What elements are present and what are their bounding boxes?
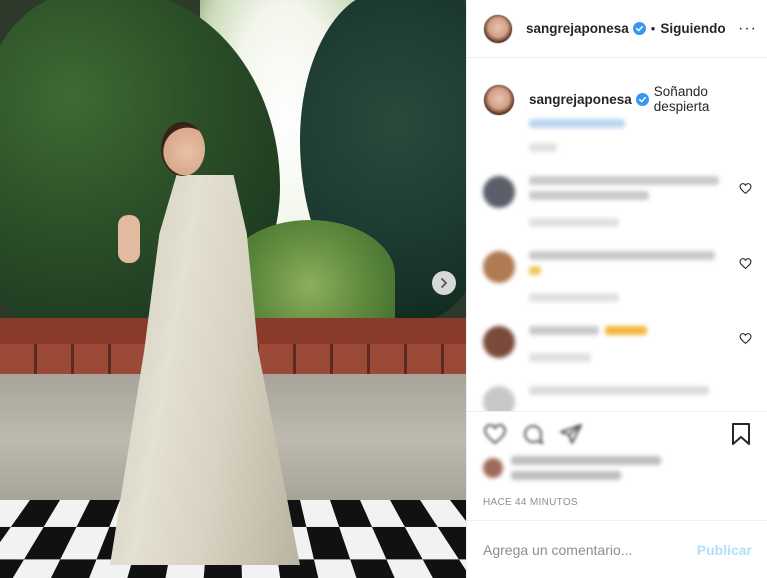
photo-person-head	[161, 122, 205, 176]
header-separator: •	[650, 21, 656, 36]
share-icon[interactable]	[559, 422, 583, 446]
heart-icon[interactable]	[739, 257, 752, 270]
comments-list[interactable]: sangrejaponesa Soñando despierta	[467, 59, 767, 411]
liker-avatar[interactable]	[483, 458, 503, 478]
heart-icon[interactable]	[739, 332, 752, 345]
caption-meta-blurred	[529, 143, 557, 152]
post-photo[interactable]	[0, 0, 466, 578]
caption-avatar[interactable]	[483, 84, 515, 116]
like-icon[interactable]	[483, 422, 507, 446]
heart-icon[interactable]	[739, 182, 752, 195]
list-item	[483, 251, 752, 302]
caption-username[interactable]: sangrejaponesa	[529, 92, 632, 107]
post-actions-bar	[467, 411, 767, 456]
post-caption: sangrejaponesa Soñando despierta	[483, 84, 752, 152]
comment-meta-blurred	[529, 293, 619, 302]
header-username[interactable]: sangrejaponesa	[526, 21, 629, 36]
post-header: sangrejaponesa • Siguiendo ···	[467, 0, 767, 58]
post-side-panel: sangrejaponesa • Siguiendo ··· sangrejap…	[466, 0, 767, 578]
comment-input[interactable]	[483, 541, 697, 558]
list-item	[483, 326, 752, 362]
publish-button[interactable]: Publicar	[697, 542, 752, 558]
more-options-icon[interactable]: ···	[738, 20, 757, 38]
next-photo-button[interactable]	[432, 271, 456, 295]
add-comment-bar: Publicar	[467, 520, 767, 578]
list-item	[483, 176, 752, 227]
list-item	[483, 386, 752, 411]
comment-meta-blurred	[529, 218, 619, 227]
photo-person-arm	[118, 215, 140, 263]
caption-text: Soñando despierta	[653, 84, 710, 114]
following-button[interactable]: Siguiendo	[660, 21, 725, 36]
comment-avatar[interactable]	[483, 326, 515, 358]
likes-text-blurred	[511, 471, 621, 480]
comment-meta-blurred	[529, 353, 591, 362]
comment-text-blurred	[529, 326, 599, 335]
verified-badge-icon	[632, 22, 646, 35]
likes-text-blurred	[511, 456, 661, 465]
comment-emoji-blurred	[529, 266, 541, 275]
comment-avatar[interactable]	[483, 386, 515, 411]
caption-hashtag-blurred	[529, 119, 625, 128]
comment-avatar[interactable]	[483, 251, 515, 283]
likes-summary	[483, 456, 661, 480]
avatar[interactable]	[483, 13, 513, 44]
bookmark-icon[interactable]	[730, 422, 752, 446]
comment-icon[interactable]	[521, 422, 545, 446]
comment-text-blurred	[529, 251, 715, 260]
comment-text-blurred	[529, 176, 719, 185]
chevron-right-icon	[441, 278, 448, 288]
comment-avatar[interactable]	[483, 176, 515, 208]
comment-text-blurred	[529, 386, 709, 395]
comment-text-blurred	[529, 191, 649, 200]
comment-emoji-blurred	[605, 326, 647, 335]
verified-badge-icon	[635, 92, 649, 106]
post-timestamp[interactable]: HACE 44 MINUTOS	[483, 497, 578, 508]
